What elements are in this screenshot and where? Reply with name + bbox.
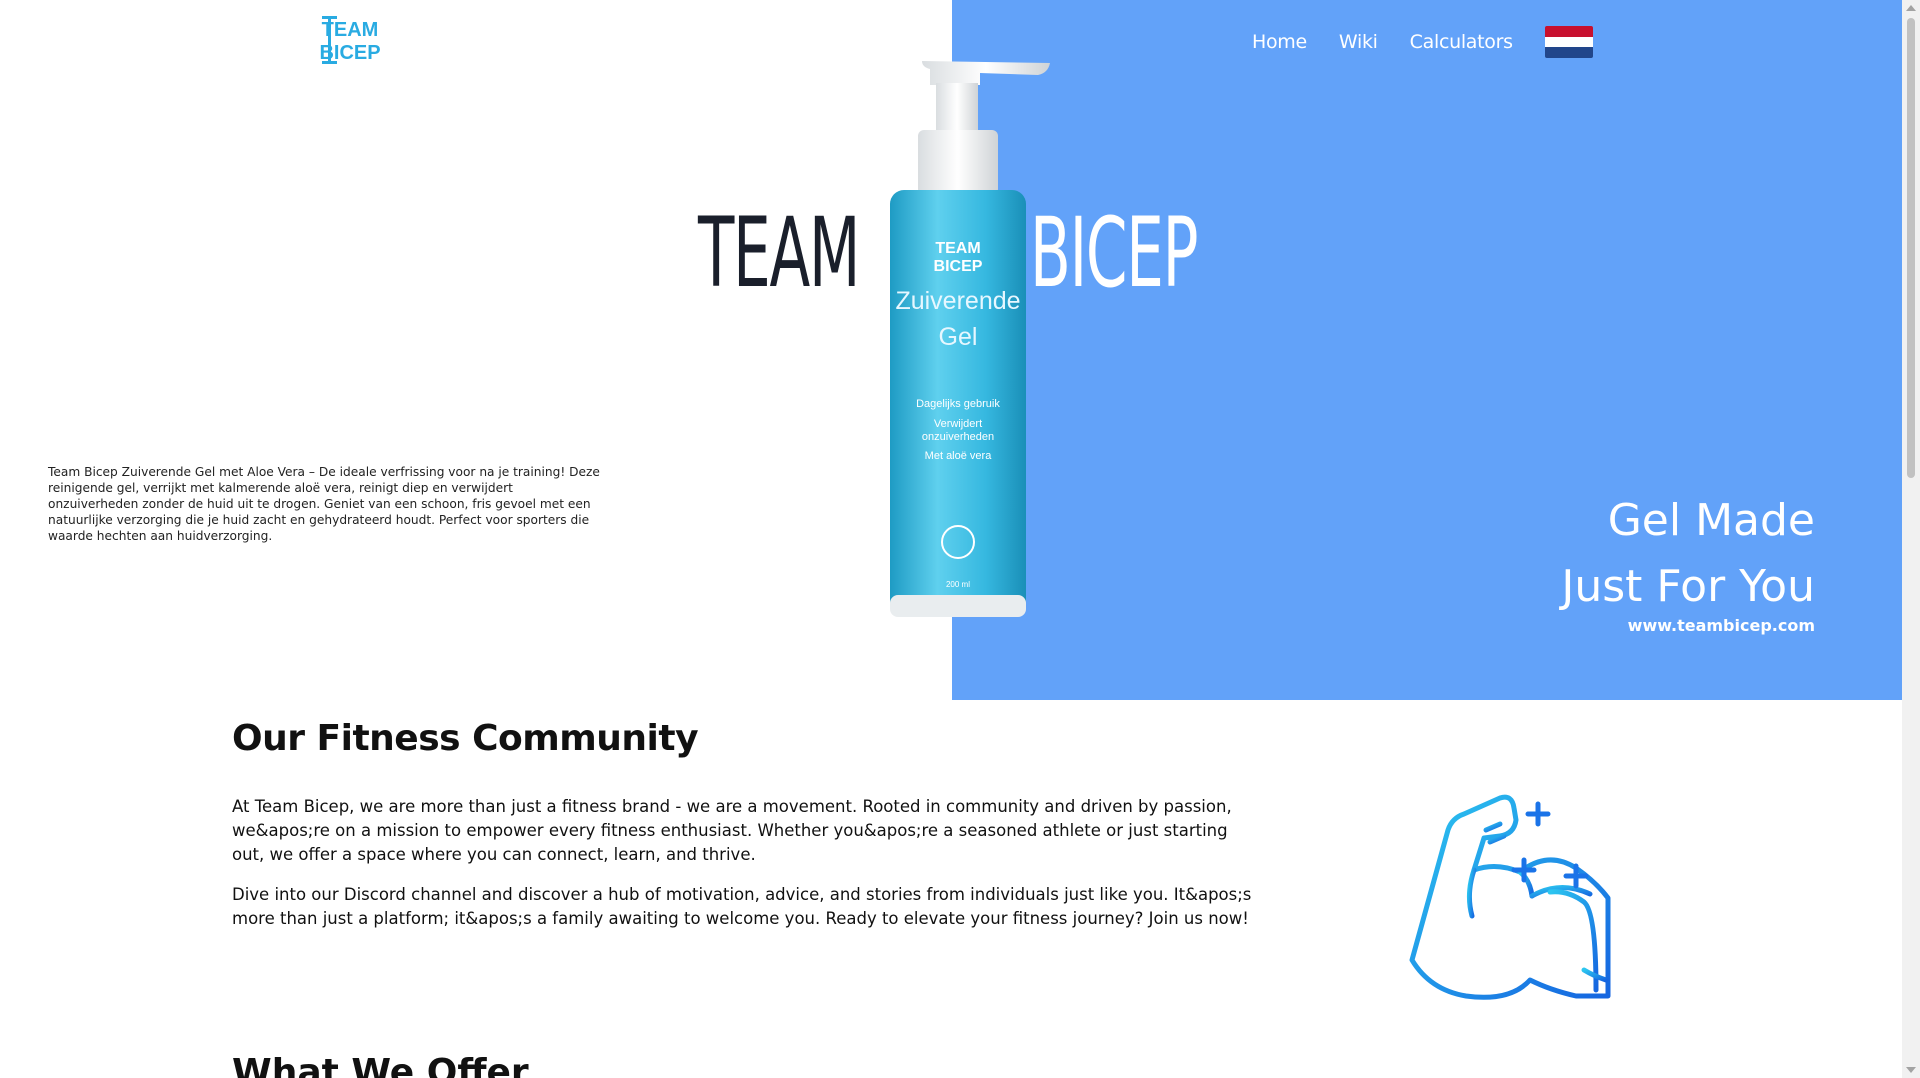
gel-bottle-image: TEAM BICEP Zuiverende Gel Dagelijks gebr…	[890, 61, 1050, 617]
svg-text:Dagelijks gebruik: Dagelijks gebruik	[916, 398, 1000, 410]
svg-text:onzuiverheden: onzuiverheden	[922, 431, 994, 443]
community-paragraph-2: Dive into our Discord channel and discov…	[232, 885, 1252, 928]
hero-word-bicep: BICEP	[1030, 197, 1198, 309]
nav-calculators-link[interactable]: Calculators	[1410, 31, 1513, 53]
scroll-down-arrow-icon[interactable]	[1906, 1067, 1916, 1073]
nav-wiki-link[interactable]: Wiki	[1339, 31, 1378, 53]
svg-text:TEAM: TEAM	[935, 240, 980, 257]
hero-website-url[interactable]: www.teambicep.com	[1628, 616, 1815, 635]
hero-tagline: Gel Made Just For You	[1561, 488, 1815, 620]
svg-text:Gel: Gel	[939, 323, 978, 351]
page-scrollbar[interactable]	[1902, 0, 1920, 1078]
page: TEAM BICEP Home Wiki Calculators TEAM BI…	[0, 0, 1902, 1078]
hero-word-team: TEAM	[698, 197, 860, 309]
scroll-thumb[interactable]	[1907, 18, 1915, 478]
svg-text:Zuiverende: Zuiverende	[895, 287, 1020, 315]
scroll-up-arrow-icon[interactable]	[1906, 5, 1916, 11]
hero-tagline-line1: Gel Made	[1607, 495, 1815, 546]
svg-text:200 ml: 200 ml	[946, 580, 970, 589]
netherlands-flag-icon[interactable]	[1544, 26, 1593, 58]
hero-tagline-line2: Just For You	[1561, 561, 1815, 612]
svg-text:Met aloë vera: Met aloë vera	[925, 450, 993, 462]
team-bicep-logo[interactable]: TEAM BICEP	[310, 14, 390, 66]
svg-text:Verwijdert: Verwijdert	[934, 418, 982, 430]
community-title: Our Fitness Community	[232, 718, 699, 759]
community-paragraph-1: At Team Bicep, we are more than just a f…	[232, 797, 1232, 864]
main-nav: Home Wiki Calculators	[1252, 26, 1593, 58]
svg-text:BICEP: BICEP	[934, 258, 983, 275]
flexed-bicep-icon	[1409, 794, 1611, 1000]
product-description: Team Bicep Zuiverende Gel met Aloe Vera …	[48, 465, 600, 544]
offer-title: What We Offer	[232, 1052, 529, 1078]
nav-home-link[interactable]: Home	[1252, 31, 1307, 53]
